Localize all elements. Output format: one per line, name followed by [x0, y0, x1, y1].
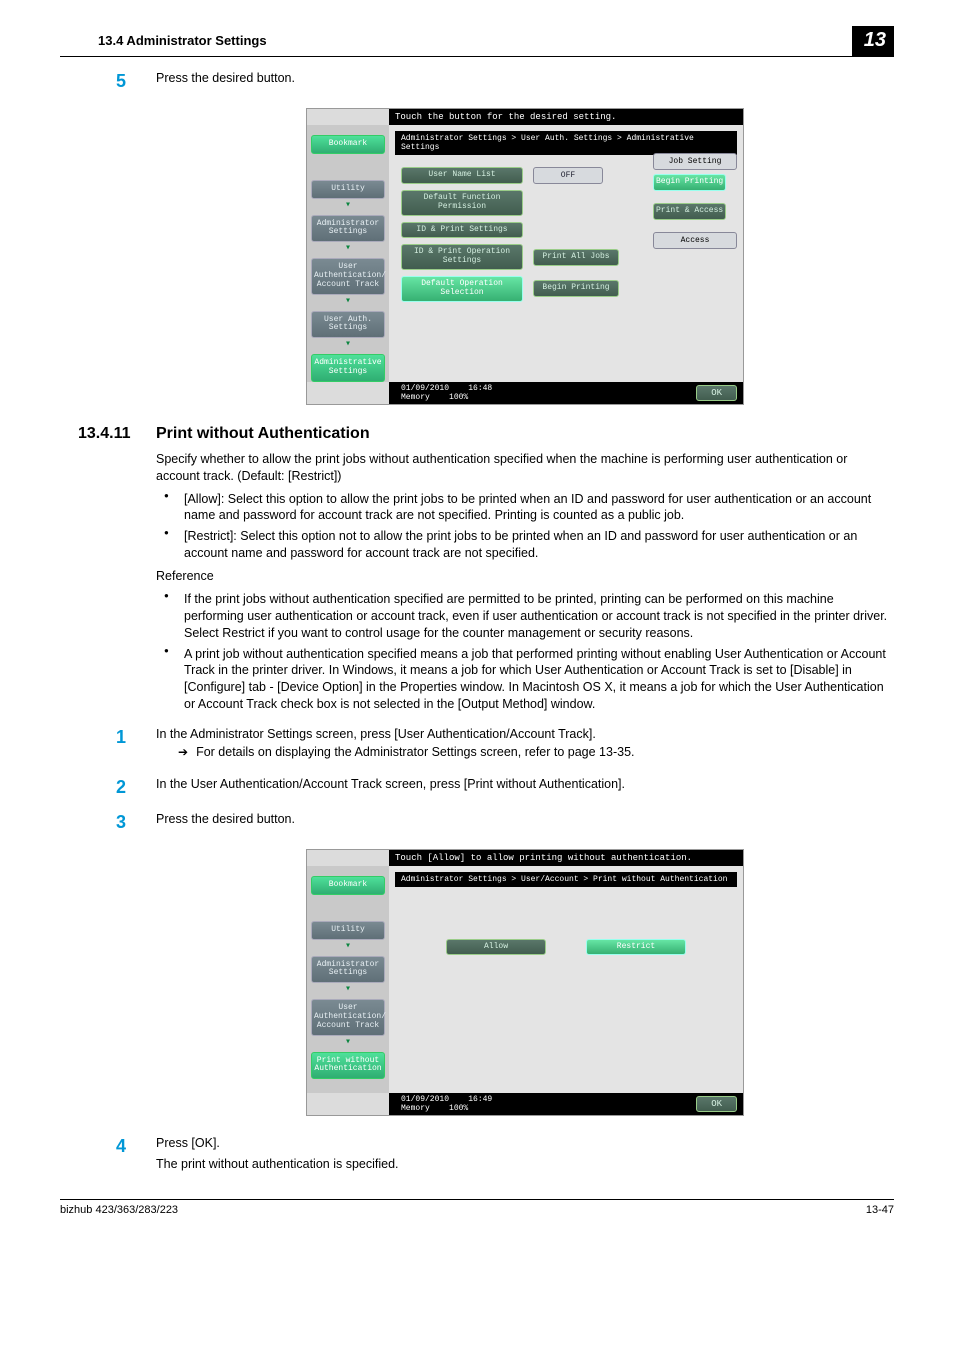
- step-substep: For details on displaying the Administra…: [178, 745, 894, 759]
- chevron-down-icon: ▾: [307, 338, 389, 350]
- ss1-footer: 01/09/2010 16:48 Memory 100% OK: [389, 382, 743, 404]
- chapter-badge: 13: [852, 26, 894, 56]
- step-text: Press the desired button.: [156, 812, 894, 833]
- sidebar-bookmark-button[interactable]: Bookmark: [311, 135, 385, 154]
- print-and-access-button[interactable]: Print & Access: [653, 203, 726, 220]
- step-text: In the User Authentication/Account Track…: [156, 777, 894, 798]
- job-setting-label: Job Setting: [653, 153, 737, 170]
- section-number: 13.4.11: [78, 425, 156, 443]
- footer-model: bizhub 423/363/283/223: [60, 1204, 178, 1216]
- ss2-memory-pct: 100%: [449, 1104, 468, 1113]
- header-section-title: 13.4 Administrator Settings: [98, 33, 267, 48]
- step-2: 2 In the User Authentication/Account Tra…: [156, 777, 894, 798]
- chevron-down-icon: ▾: [307, 940, 389, 952]
- ss1-sidebar: Bookmark Utility ▾ Administrator Setting…: [307, 125, 389, 382]
- default-operation-selection-label: Default Operation Selection: [401, 276, 523, 302]
- section-intro: Specify whether to allow the print jobs …: [156, 451, 894, 485]
- step-number: 3: [116, 812, 156, 833]
- ss1-date: 01/09/2010: [401, 384, 449, 393]
- ss2-time: 16:49: [468, 1095, 492, 1104]
- ss1-memory-pct: 100%: [449, 393, 468, 402]
- ok-button[interactable]: OK: [696, 385, 737, 401]
- sidebar-administrative-settings-button[interactable]: Administrative Settings: [311, 354, 385, 382]
- user-name-list-button[interactable]: User Name List: [401, 167, 523, 184]
- footer-page-number: 13-47: [866, 1204, 894, 1216]
- chevron-down-icon: ▾: [307, 295, 389, 307]
- section-title-text: Print without Authentication: [156, 425, 370, 442]
- access-label: Access: [653, 232, 737, 249]
- id-print-operation-settings-label: ID & Print Operation Settings: [401, 244, 523, 270]
- step-number: 4: [116, 1136, 156, 1179]
- id-print-settings-button[interactable]: ID & Print Settings: [401, 222, 523, 239]
- ss1-main-panel: Administrator Settings > User Auth. Sett…: [389, 125, 743, 382]
- ss1-right-column: Job Setting Begin Printing Print & Acces…: [653, 153, 737, 253]
- ss2-date: 01/09/2010: [401, 1095, 449, 1104]
- print-all-jobs-button[interactable]: Print All Jobs: [533, 249, 619, 266]
- sidebar-bookmark-button[interactable]: Bookmark: [311, 876, 385, 895]
- ss2-sidebar: Bookmark Utility ▾ Administrator Setting…: [307, 866, 389, 1093]
- step-text: Press the desired button.: [156, 71, 894, 92]
- option-restrict: [Restrict]: Select this option not to al…: [156, 528, 894, 562]
- step-3: 3 Press the desired button.: [156, 812, 894, 833]
- ss1-breadcrumb: Administrator Settings > User Auth. Sett…: [395, 131, 737, 155]
- page-footer: bizhub 423/363/283/223 13-47: [60, 1199, 894, 1216]
- sidebar-print-without-auth-button[interactable]: Print without Authentication: [311, 1052, 385, 1080]
- reference-item-1: If the print jobs without authentication…: [156, 591, 894, 642]
- chevron-down-icon: ▾: [307, 199, 389, 211]
- sidebar-user-auth-track-button[interactable]: User Authentication/ Account Track: [311, 258, 385, 294]
- step-number: 1: [116, 727, 156, 763]
- ss2-main-panel: Administrator Settings > User/Account > …: [389, 866, 743, 1093]
- step-text: In the Administrator Settings screen, pr…: [156, 727, 596, 741]
- option-allow: [Allow]: Select this option to allow the…: [156, 491, 894, 525]
- chevron-down-icon: ▾: [307, 242, 389, 254]
- chevron-down-icon: ▾: [307, 1036, 389, 1048]
- default-function-permission-button[interactable]: Default Function Permission: [401, 190, 523, 216]
- restrict-button[interactable]: Restrict: [586, 939, 686, 956]
- user-name-list-value: OFF: [533, 167, 603, 184]
- begin-printing-button[interactable]: Begin Printing: [533, 280, 619, 297]
- step-5: 5 Press the desired button.: [156, 71, 894, 92]
- sidebar-admin-settings-button[interactable]: Administrator Settings: [311, 215, 385, 243]
- sidebar-utility-button[interactable]: Utility: [311, 921, 385, 940]
- reference-heading: Reference: [156, 568, 894, 585]
- step-4: 4 Press [OK]. The print without authenti…: [156, 1136, 894, 1179]
- ok-button[interactable]: OK: [696, 1096, 737, 1112]
- sidebar-user-auth-settings-button[interactable]: User Auth. Settings: [311, 311, 385, 339]
- step-text: Press [OK].: [156, 1136, 220, 1150]
- sidebar-utility-button[interactable]: Utility: [311, 180, 385, 199]
- allow-button[interactable]: Allow: [446, 939, 546, 956]
- sidebar-admin-settings-button[interactable]: Administrator Settings: [311, 956, 385, 984]
- screenshot-print-without-auth: Touch [Allow] to allow printing without …: [306, 849, 744, 1116]
- step-number: 5: [116, 71, 156, 92]
- ss2-topbar: Touch [Allow] to allow printing without …: [389, 850, 743, 866]
- ss1-memory-label: Memory: [401, 393, 430, 402]
- ss2-memory-label: Memory: [401, 1104, 430, 1113]
- screenshot-admin-settings: Touch the button for the desired setting…: [306, 108, 744, 405]
- ss2-breadcrumb: Administrator Settings > User/Account > …: [395, 872, 737, 887]
- chevron-down-icon: ▾: [307, 983, 389, 995]
- page-header: 13.4 Administrator Settings 13: [60, 30, 894, 57]
- sidebar-user-auth-track-button[interactable]: User Authentication/ Account Track: [311, 999, 385, 1035]
- step-number: 2: [116, 777, 156, 798]
- ss2-footer: 01/09/2010 16:49 Memory 100% OK: [389, 1093, 743, 1115]
- ss1-topbar: Touch the button for the desired setting…: [389, 109, 743, 125]
- step-1: 1 In the Administrator Settings screen, …: [156, 727, 894, 763]
- begin-printing-right-button[interactable]: Begin Printing: [653, 174, 726, 191]
- section-heading: 13.4.11Print without Authentication: [78, 425, 894, 443]
- reference-item-2: A print job without authentication speci…: [156, 646, 894, 714]
- step-result: The print without authentication is spec…: [156, 1156, 894, 1173]
- ss1-time: 16:48: [468, 384, 492, 393]
